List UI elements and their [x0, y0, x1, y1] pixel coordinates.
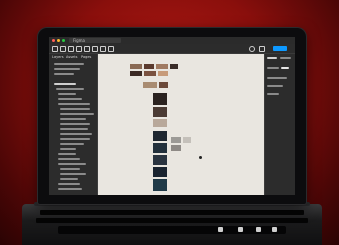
layer-row[interactable] — [58, 188, 82, 190]
layer-row[interactable] — [60, 118, 86, 120]
frame-thumbnail[interactable] — [183, 137, 191, 143]
layer-row[interactable] — [60, 133, 92, 135]
frame-thumbnail[interactable] — [153, 155, 167, 165]
frame-thumbnail[interactable] — [159, 82, 168, 88]
layer-row[interactable] — [58, 153, 76, 155]
laptop-display: Figma Layers Assets Pages — [38, 28, 306, 204]
play-icon[interactable] — [259, 46, 265, 52]
frame-thumbnail[interactable] — [153, 93, 167, 105]
frame-tool-icon[interactable] — [68, 46, 74, 52]
layer-row[interactable] — [56, 88, 84, 90]
text-tool-icon[interactable] — [92, 46, 98, 52]
frame-thumbnail[interactable] — [170, 64, 178, 69]
comment-tool-icon[interactable] — [108, 46, 114, 52]
layer-row[interactable] — [60, 173, 86, 175]
layer-row[interactable] — [58, 93, 76, 95]
frame-thumbnail[interactable] — [156, 64, 168, 69]
property-row — [267, 85, 283, 87]
frame-thumbnail[interactable] — [171, 145, 181, 151]
sidebar-tab-pages[interactable]: Pages — [81, 54, 91, 60]
layer-row[interactable] — [54, 63, 84, 65]
layer-row[interactable] — [54, 73, 74, 75]
avatar-icon[interactable] — [249, 46, 255, 52]
sidebar-tab-layers[interactable]: Layers — [52, 54, 64, 60]
layer-row[interactable] — [58, 163, 86, 165]
frame-thumbnail[interactable] — [153, 107, 167, 117]
property-row — [267, 93, 279, 95]
photo-scene: Figma Layers Assets Pages — [0, 0, 339, 245]
layer-row[interactable] — [60, 108, 90, 110]
frame-thumbnail[interactable] — [171, 137, 181, 143]
frame-thumbnail[interactable] — [143, 82, 157, 88]
shape-tool-icon[interactable] — [76, 46, 82, 52]
layer-row[interactable] — [60, 168, 80, 170]
layer-row[interactable] — [60, 178, 78, 180]
fill-row[interactable] — [267, 67, 279, 69]
screen: Figma Layers Assets Pages — [49, 37, 295, 195]
layer-row[interactable] — [58, 158, 80, 160]
minimize-window-icon[interactable] — [57, 39, 60, 42]
frame-thumbnail[interactable] — [130, 71, 142, 76]
layer-row[interactable] — [60, 113, 94, 115]
panel-tab-design[interactable] — [267, 57, 277, 59]
layer-row[interactable] — [60, 148, 76, 150]
hand-tool-icon[interactable] — [100, 46, 106, 52]
touch-bar — [58, 226, 286, 234]
pen-tool-icon[interactable] — [84, 46, 90, 52]
frame-thumbnail[interactable] — [158, 71, 168, 76]
frame-thumbnail[interactable] — [144, 64, 154, 69]
move-tool-icon[interactable] — [60, 46, 66, 52]
layer-row[interactable] — [60, 123, 90, 125]
property-row — [267, 77, 287, 79]
frame-thumbnail[interactable] — [144, 71, 156, 76]
frame-thumbnail[interactable] — [153, 179, 167, 191]
frame-thumbnail[interactable] — [153, 143, 167, 153]
frame-thumbnail[interactable] — [153, 131, 167, 141]
layer-row[interactable] — [54, 68, 80, 70]
layer-row[interactable] — [54, 83, 76, 85]
title-bar: Figma — [49, 37, 295, 44]
maximize-window-icon[interactable] — [62, 39, 65, 42]
cursor-icon — [199, 156, 202, 159]
layer-row[interactable] — [58, 183, 80, 185]
sidebar-tab-assets[interactable]: Assets — [66, 54, 77, 60]
keyboard-row — [40, 210, 304, 215]
menu-icon[interactable] — [52, 46, 58, 52]
fill-value[interactable] — [281, 67, 289, 69]
layer-row[interactable] — [60, 143, 84, 145]
frame-thumbnail[interactable] — [153, 167, 167, 177]
share-button[interactable] — [273, 46, 287, 51]
keyboard-row — [36, 218, 308, 223]
close-window-icon[interactable] — [52, 39, 55, 42]
touch-bar-key — [218, 227, 223, 232]
touch-bar-key — [238, 227, 243, 232]
panel-tab-prototype[interactable] — [280, 57, 291, 59]
frame-thumbnail[interactable] — [153, 119, 167, 127]
properties-panel — [264, 54, 295, 195]
file-tab-label: Figma — [73, 38, 86, 43]
layer-row[interactable] — [58, 98, 82, 100]
frame-thumbnail[interactable] — [130, 64, 142, 69]
layer-row[interactable] — [60, 128, 88, 130]
touch-bar-key — [256, 227, 261, 232]
layer-row[interactable] — [58, 103, 90, 105]
design-canvas[interactable] — [98, 54, 264, 195]
layer-row[interactable] — [60, 138, 90, 140]
touch-bar-key — [272, 227, 277, 232]
